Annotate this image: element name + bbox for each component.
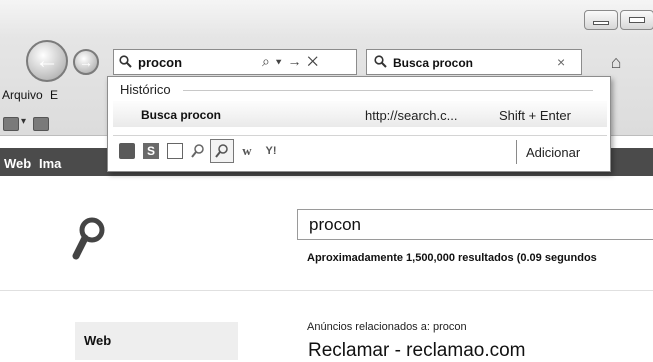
provider-seal-icon[interactable]	[119, 143, 135, 159]
history-entry-url[interactable]: http://search.c...	[365, 108, 458, 123]
menu-item-arquivo[interactable]: Arquivo	[2, 88, 43, 102]
history-heading: Histórico	[120, 82, 171, 97]
back-button[interactable]: ←	[26, 40, 68, 82]
address-autocomplete-dropdown: Histórico Busca procon http://search.c..…	[107, 76, 611, 172]
forward-arrow-icon: →	[79, 54, 93, 70]
sidebar-item-label: Web	[84, 333, 112, 348]
menu-item-editar[interactable]: E	[50, 88, 58, 102]
feed-toolbar-icon[interactable]	[33, 117, 49, 131]
nav-images[interactable]: Ima	[39, 156, 61, 171]
restore-icon	[629, 17, 645, 23]
address-bar[interactable]: procon ⌕ ▾ → ✕	[113, 49, 357, 75]
ads-label: Anúncios relacionados a: procon	[307, 321, 467, 333]
search-input[interactable]: procon	[309, 215, 361, 235]
provider-s-icon[interactable]: S	[143, 143, 159, 159]
provider-yahoo-icon[interactable]: Y!	[260, 143, 282, 159]
home-toolbar-icon[interactable]	[3, 117, 19, 131]
history-entry-title[interactable]: Busca procon	[141, 108, 221, 122]
home-icon: ⌂	[610, 52, 622, 72]
search-icon	[119, 55, 132, 68]
tab-search-icon	[374, 55, 387, 68]
address-controls[interactable]: ⌕ ▾ → ✕	[262, 53, 319, 70]
back-arrow-icon: ←	[35, 47, 59, 74]
menu-bar: Arquivo E	[2, 88, 58, 102]
restore-button[interactable]	[620, 10, 653, 30]
tab-busca-procon[interactable]: Busca procon ×	[366, 49, 582, 75]
provider-wikipedia-icon[interactable]: w	[239, 143, 255, 159]
divider	[113, 135, 607, 136]
ad-title-link[interactable]: Reclamar - reclamao.com	[308, 340, 526, 362]
divider	[0, 290, 653, 291]
chevron-down-icon[interactable]: ▾	[21, 116, 26, 127]
sidebar-item-web[interactable]: Web	[75, 322, 238, 360]
nav-web[interactable]: Web	[4, 156, 31, 171]
minimize-button[interactable]	[584, 10, 618, 30]
tab-title: Busca procon	[393, 56, 474, 70]
provider-active[interactable]	[210, 139, 234, 163]
search-logo-icon	[72, 217, 105, 260]
search-active-icon	[215, 144, 228, 158]
minimize-icon	[593, 21, 609, 25]
history-entry-shortcut: Shift + Enter	[499, 108, 571, 123]
title-bar	[0, 0, 653, 36]
address-input[interactable]: procon	[138, 55, 182, 70]
result-count: Aproximadamente 1,500,000 resultados (0.…	[307, 252, 597, 264]
forward-button[interactable]: →	[73, 49, 99, 75]
provider-search-icon[interactable]	[190, 143, 206, 159]
tab-close-button[interactable]: ×	[557, 54, 565, 70]
provider-box-icon[interactable]	[167, 143, 183, 159]
search-box[interactable]: procon	[297, 209, 653, 240]
home-button[interactable]: ⌂	[603, 52, 629, 74]
divider	[183, 90, 593, 91]
add-provider-button[interactable]: Adicionar	[526, 145, 580, 160]
divider	[516, 140, 517, 164]
